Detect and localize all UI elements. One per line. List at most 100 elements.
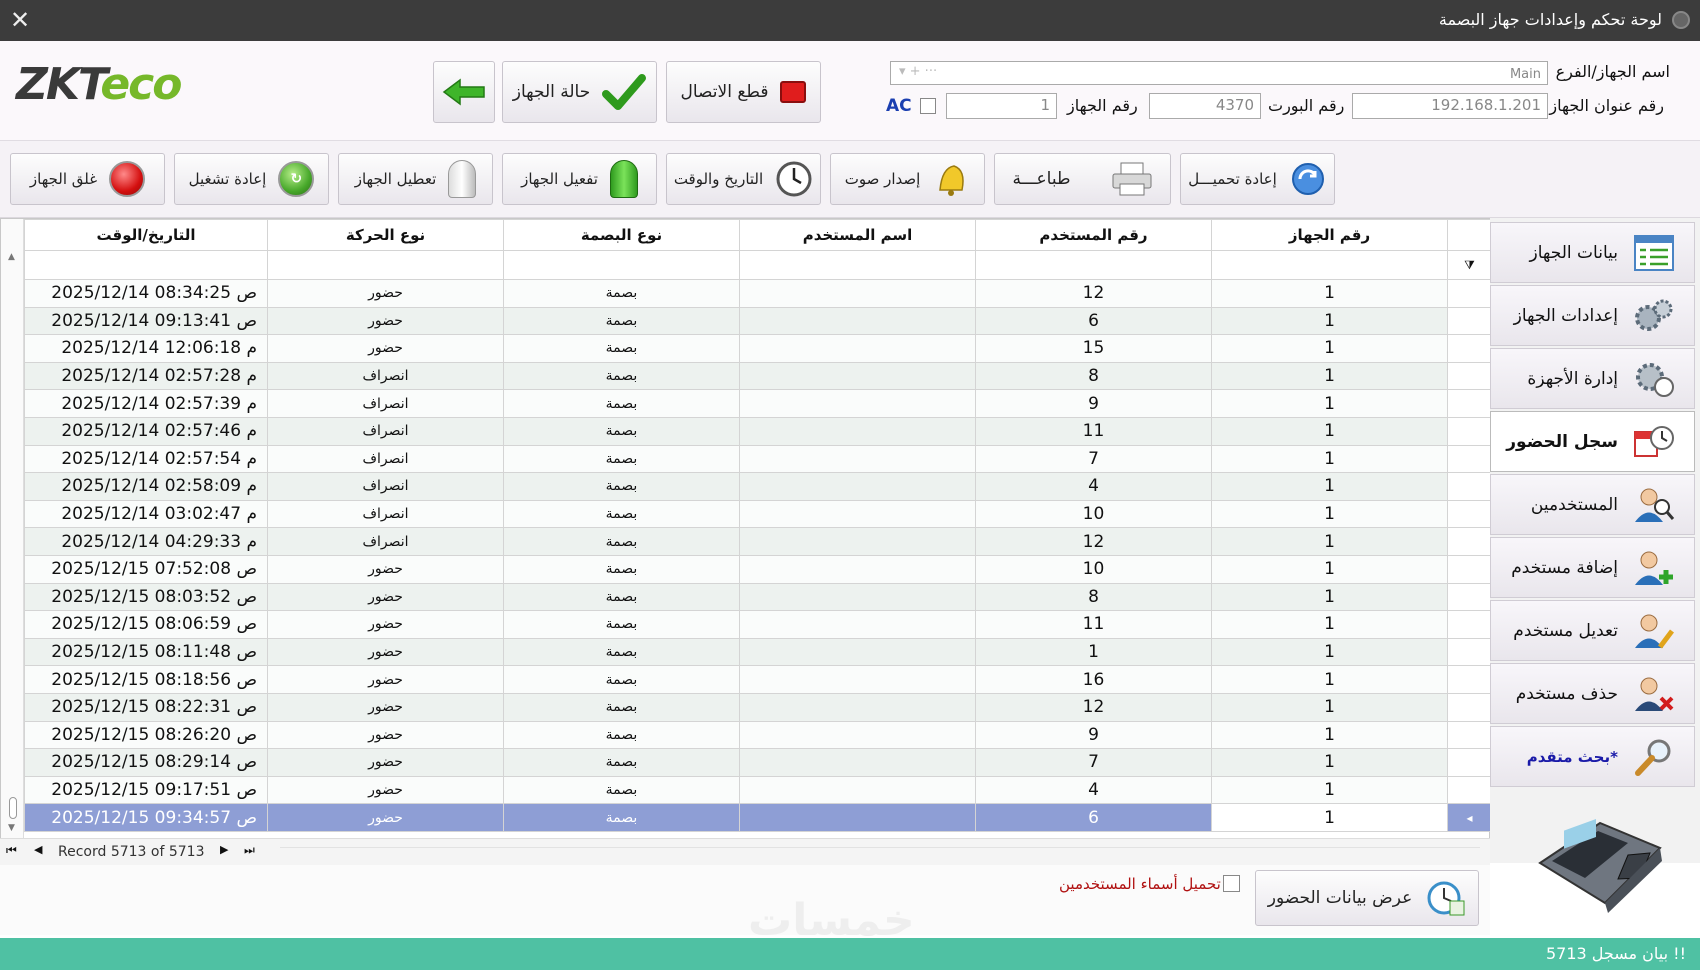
cell-device-no[interactable]: 1 (1211, 306, 1448, 336)
cell-user-name[interactable] (739, 582, 976, 612)
ip-input[interactable]: 192.168.1.201 (1352, 93, 1548, 119)
cell-device-no[interactable]: 1 (1211, 389, 1448, 418)
table-row[interactable]: 2025/12/15 08:11:48 ص حضور بصمة 1 1 (24, 637, 1492, 667)
device-status-button[interactable]: حالة الجهاز (502, 61, 657, 123)
row-indicator[interactable] (1447, 389, 1492, 418)
cell-verify-type[interactable]: بصمة (503, 306, 740, 336)
prev-record-icon[interactable]: ◀ (34, 843, 42, 856)
cell-device-no[interactable]: 1 (1211, 527, 1448, 556)
cell-verify-type[interactable]: بصمة (503, 416, 740, 446)
table-row[interactable]: 2025/12/15 08:06:59 ص حضور بصمة 11 1 (24, 610, 1492, 639)
cell-datetime[interactable]: 2025/12/15 09:34:57 ص (24, 803, 268, 832)
cell-user-name[interactable] (739, 472, 976, 501)
cell-action[interactable]: انصراف (267, 472, 504, 501)
col-header-action[interactable]: نوع الحركة (267, 219, 504, 251)
nav-delete-user[interactable]: حذف مستخدم (1490, 663, 1695, 724)
table-row[interactable]: 2025/12/14 08:34:25 ص حضور بصمة 12 1 (24, 279, 1492, 308)
cell-action[interactable]: حضور (267, 582, 504, 612)
row-indicator[interactable] (1447, 444, 1492, 474)
cell-action[interactable]: انصراف (267, 416, 504, 446)
cell-verify-type[interactable]: بصمة (503, 361, 740, 391)
table-row[interactable]: 2025/12/14 02:58:09 م انصراف بصمة 4 1 (24, 472, 1492, 501)
cell-user-name[interactable] (739, 306, 976, 336)
cell-action[interactable]: انصراف (267, 389, 504, 418)
cell-action[interactable]: انصراف (267, 499, 504, 529)
cell-device-no[interactable]: 1 (1211, 692, 1448, 722)
cell-verify-type[interactable]: بصمة (503, 748, 740, 777)
filter-cell[interactable] (267, 250, 504, 280)
cell-device-no[interactable]: 1 (1211, 499, 1448, 529)
table-row[interactable]: 2025/12/15 08:22:31 ص حضور بصمة 12 1 (24, 692, 1492, 722)
cell-action[interactable]: حضور (267, 692, 504, 722)
cell-action[interactable]: حضور (267, 610, 504, 639)
cell-user-name[interactable] (739, 748, 976, 777)
close-icon[interactable]: ✕ (10, 6, 30, 34)
cell-user-id[interactable]: 16 (975, 665, 1212, 694)
cell-user-name[interactable] (739, 499, 976, 529)
row-indicator[interactable] (1447, 692, 1492, 722)
cell-action[interactable]: حضور (267, 748, 504, 777)
cell-verify-type[interactable]: بصمة (503, 334, 740, 363)
cell-device-no[interactable]: 1 (1211, 361, 1448, 391)
table-row[interactable]: 2025/12/14 02:57:54 م انصراف بصمة 7 1 (24, 444, 1492, 474)
cell-verify-type[interactable]: بصمة (503, 527, 740, 556)
row-indicator[interactable] (1447, 748, 1492, 777)
print-button[interactable]: طباعـــة (994, 153, 1171, 205)
cell-datetime[interactable]: 2025/12/14 03:02:47 م (24, 499, 268, 529)
cell-datetime[interactable]: 2025/12/14 02:57:39 م (24, 389, 268, 418)
cell-user-id[interactable]: 7 (975, 444, 1212, 474)
device-name-input[interactable]: ▾ + ··· Main (890, 61, 1548, 85)
cell-user-name[interactable] (739, 692, 976, 722)
cell-device-no[interactable]: 1 (1211, 279, 1448, 308)
cell-user-id[interactable]: 9 (975, 720, 1212, 750)
vertical-scrollbar[interactable]: ▲ ▼ (1, 219, 24, 839)
cell-action[interactable]: حضور (267, 720, 504, 750)
filter-row[interactable]: ⧩ (24, 250, 1492, 280)
cell-user-id[interactable]: 4 (975, 472, 1212, 501)
row-indicator[interactable] (1447, 361, 1492, 391)
row-indicator[interactable] (1447, 416, 1492, 446)
cell-user-name[interactable] (739, 610, 976, 639)
show-attendance-button[interactable]: عرض بيانات الحضور (1255, 870, 1479, 926)
row-indicator[interactable] (1447, 306, 1492, 336)
cell-user-id[interactable]: 6 (975, 803, 1212, 832)
row-indicator[interactable] (1447, 582, 1492, 612)
cell-datetime[interactable]: 2025/12/15 08:11:48 ص (24, 637, 268, 667)
cell-device-no[interactable]: 1 (1211, 416, 1448, 446)
cell-user-id[interactable]: 12 (975, 279, 1212, 308)
cell-action[interactable]: حضور (267, 637, 504, 667)
cell-user-name[interactable] (739, 803, 976, 832)
cell-verify-type[interactable]: بصمة (503, 444, 740, 474)
cell-datetime[interactable]: 2025/12/15 09:17:51 ص (24, 775, 268, 805)
cell-user-id[interactable]: 6 (975, 306, 1212, 336)
cell-device-no[interactable]: 1 (1211, 334, 1448, 363)
ac-checkbox[interactable] (920, 98, 936, 114)
scroll-thumb[interactable] (9, 797, 17, 819)
table-row[interactable]: 2025/12/15 08:26:20 ص حضور بصمة 9 1 (24, 720, 1492, 750)
cell-user-name[interactable] (739, 637, 976, 667)
cell-user-name[interactable] (739, 775, 976, 805)
cell-user-id[interactable]: 15 (975, 334, 1212, 363)
row-indicator[interactable] (1447, 499, 1492, 529)
cell-verify-type[interactable]: بصمة (503, 637, 740, 667)
nav-edit-user[interactable]: تعديل مستخدم (1490, 600, 1695, 661)
filter-cell[interactable] (503, 250, 740, 280)
cell-verify-type[interactable]: بصمة (503, 389, 740, 418)
horizontal-scrollbar[interactable] (280, 847, 1480, 859)
row-indicator[interactable] (1447, 279, 1492, 308)
cell-verify-type[interactable]: بصمة (503, 554, 740, 584)
scroll-up-icon[interactable]: ▲ (8, 252, 15, 262)
row-indicator[interactable] (1447, 334, 1492, 363)
cell-user-name[interactable] (739, 554, 976, 584)
filter-icon[interactable]: ⧩ (1447, 250, 1492, 280)
cell-datetime[interactable]: 2025/12/15 08:22:31 ص (24, 692, 268, 722)
filter-cell[interactable] (24, 250, 268, 280)
cell-verify-type[interactable]: بصمة (503, 692, 740, 722)
cell-user-id[interactable]: 12 (975, 692, 1212, 722)
cell-user-id[interactable]: 1 (975, 637, 1212, 667)
cell-user-name[interactable] (739, 444, 976, 474)
filter-cell[interactable] (739, 250, 976, 280)
shutdown-button[interactable]: غلق الجهاز (10, 153, 165, 205)
table-row[interactable]: 2025/12/14 04:29:33 م انصراف بصمة 12 1 (24, 527, 1492, 556)
cell-user-name[interactable] (739, 361, 976, 391)
